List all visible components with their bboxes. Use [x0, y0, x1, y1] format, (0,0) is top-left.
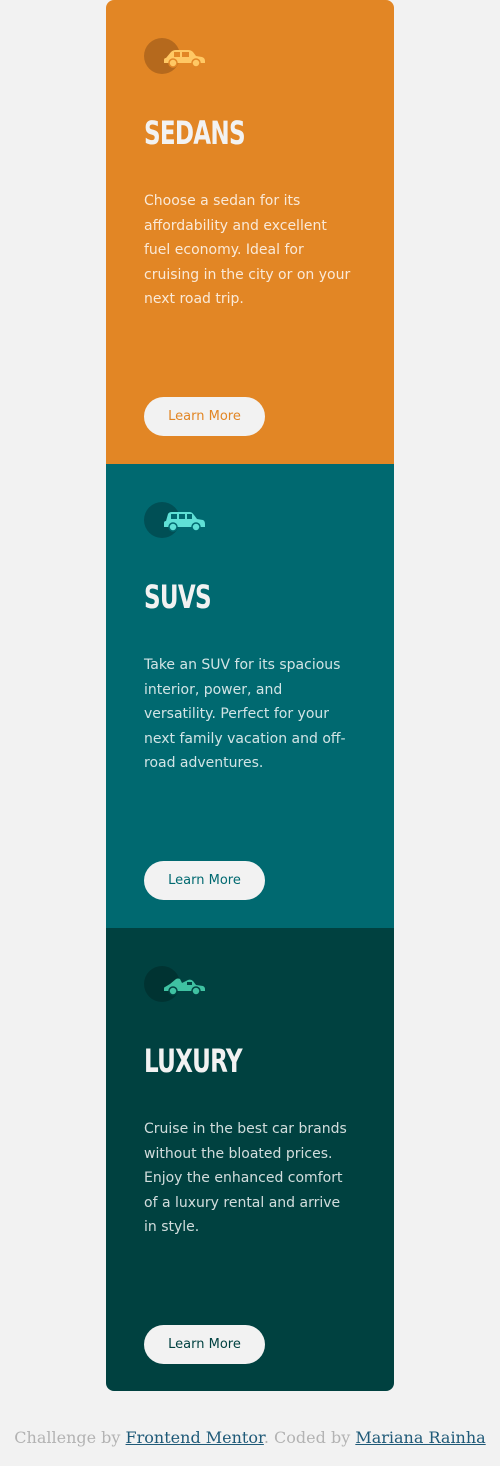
- sedan-card: Sedans Choose a sedan for its affordabil…: [106, 0, 394, 464]
- attribution-prefix: Challenge by: [14, 1428, 126, 1447]
- luxury-card: Luxury Cruise in the best car brands wit…: [106, 928, 394, 1391]
- cards-container: Sedans Choose a sedan for its affordabil…: [106, 0, 394, 1391]
- card-description: Cruise in the best car brands without th…: [144, 1121, 347, 1235]
- card-title: Sedans: [144, 114, 246, 152]
- sedan-learn-more-button[interactable]: Learn More: [144, 397, 265, 436]
- attribution: Challenge by Frontend Mentor. Coded by M…: [0, 1428, 500, 1447]
- frontend-mentor-link[interactable]: Frontend Mentor: [126, 1428, 264, 1447]
- card-title: SUVs: [144, 578, 212, 616]
- sedan-car-icon: [144, 38, 208, 74]
- card-description: Take an SUV for its spacious interior, p…: [144, 657, 346, 771]
- card-description: Choose a sedan for its affordability and…: [144, 193, 351, 307]
- suv-car-icon: [144, 502, 208, 538]
- attribution-middle: . Coded by: [263, 1428, 356, 1447]
- suv-learn-more-button[interactable]: Learn More: [144, 861, 265, 900]
- author-link[interactable]: Mariana Rainha: [355, 1428, 485, 1447]
- luxury-learn-more-button[interactable]: Learn More: [144, 1325, 265, 1364]
- suv-card: SUVs Take an SUV for its spacious interi…: [106, 464, 394, 928]
- luxury-car-icon: [144, 966, 208, 1002]
- card-title: Luxury: [144, 1042, 243, 1080]
